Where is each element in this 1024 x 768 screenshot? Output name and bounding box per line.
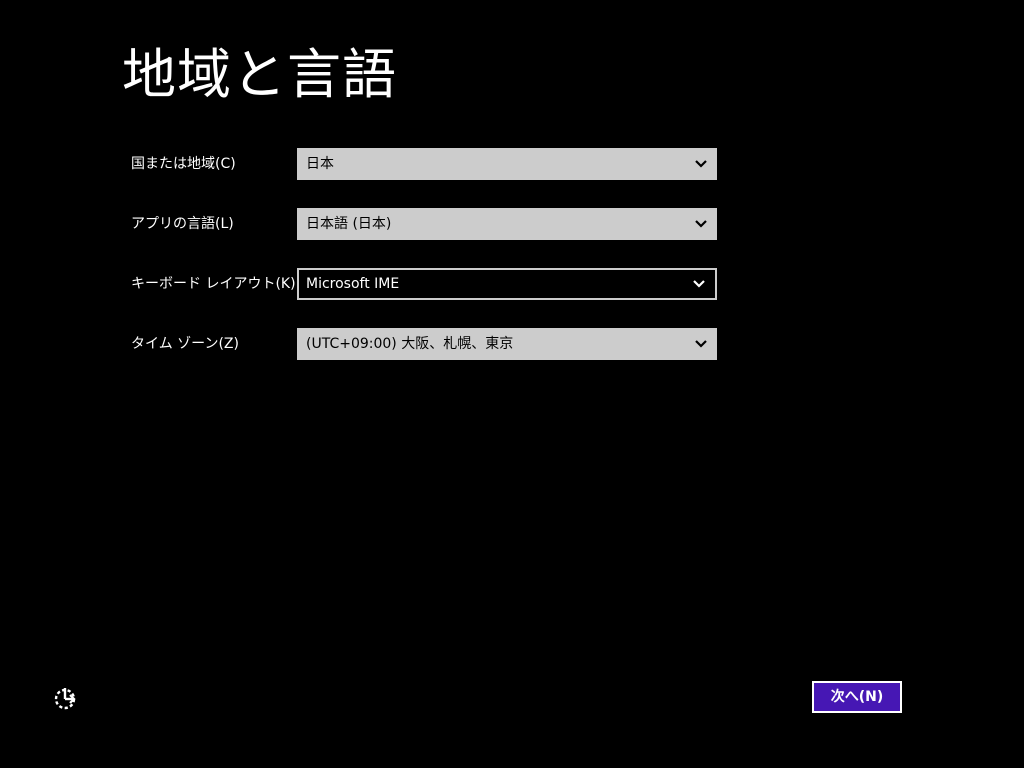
chevron-down-icon	[695, 160, 707, 168]
keyboard-layout-select[interactable]: Microsoft IME	[297, 268, 717, 300]
app-language-value: 日本語 (日本)	[306, 216, 392, 232]
ease-of-access-icon[interactable]	[52, 684, 80, 712]
keyboard-layout-value: Microsoft IME	[306, 276, 400, 292]
time-zone-value: (UTC+09:00) 大阪、札幌、東京	[306, 336, 514, 352]
country-region-value: 日本	[306, 156, 334, 172]
country-region-label: 国または地域(C)	[131, 156, 236, 172]
chevron-down-icon	[695, 340, 707, 348]
chevron-down-icon	[693, 280, 705, 288]
app-language-label: アプリの言語(L)	[131, 216, 234, 232]
region-language-form: 国または地域(C) 日本 アプリの言語(L) 日本語 (日本) キーボード レイ…	[0, 0, 1024, 768]
keyboard-layout-label: キーボード レイアウト(K)	[131, 276, 296, 292]
next-button[interactable]: 次へ(N)	[812, 681, 902, 713]
app-language-select[interactable]: 日本語 (日本)	[297, 208, 717, 240]
country-region-select[interactable]: 日本	[297, 148, 717, 180]
chevron-down-icon	[695, 220, 707, 228]
time-zone-label: タイム ゾーン(Z)	[131, 336, 239, 352]
setup-page: 地域と言語 国または地域(C) 日本 アプリの言語(L) 日本語 (日本) キー…	[0, 0, 1024, 768]
time-zone-select[interactable]: (UTC+09:00) 大阪、札幌、東京	[297, 328, 717, 360]
